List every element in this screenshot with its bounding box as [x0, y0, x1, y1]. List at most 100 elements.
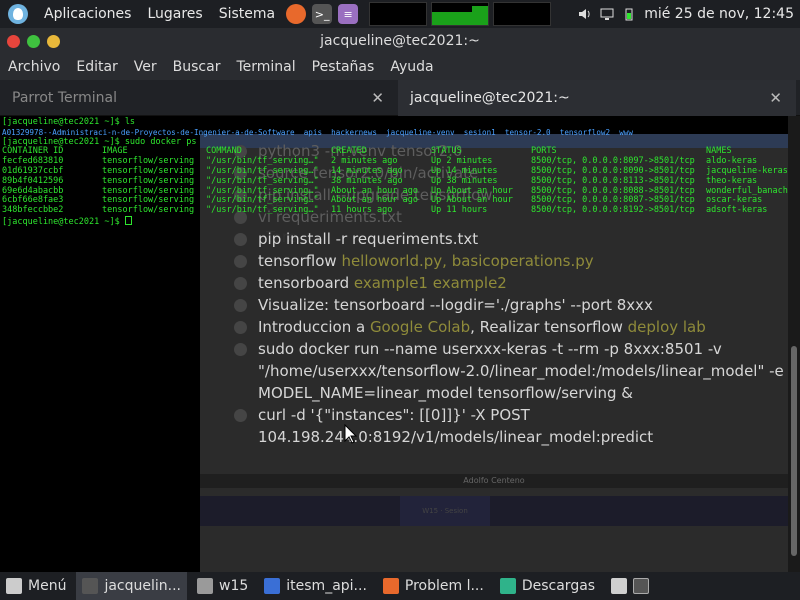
battery-icon[interactable]	[622, 7, 636, 21]
slide-list-item: Introduccion a Google Colab, Realizar te…	[234, 316, 788, 338]
folder-icon	[197, 578, 213, 594]
bullet-number-icon	[234, 321, 247, 334]
docker-cell: 348bfeccbbe2	[2, 205, 64, 216]
taskbar-item-label: Menú	[28, 578, 67, 594]
slide-text: curl -d '{"instances": [[0]]}' -X POST 1…	[258, 406, 654, 446]
menubar: Archivo Editar Ver Buscar Terminal Pesta…	[0, 54, 800, 80]
terminal-launcher-icon[interactable]: >_	[312, 4, 333, 24]
slide-list-item: pip install -r requeriments.txt	[234, 228, 788, 250]
taskbar-item-label: Descargas	[521, 578, 596, 594]
bullet-number-icon	[234, 343, 247, 356]
firefox-launcher-icon[interactable]	[286, 4, 307, 24]
close-window-button[interactable]	[7, 34, 20, 48]
terminal-prompt-line[interactable]: [jacqueline@tec2021 ~]$	[2, 216, 132, 228]
display-icon[interactable]	[600, 7, 614, 21]
bullet-number-icon	[234, 255, 247, 268]
mouse-cursor-icon	[344, 424, 358, 444]
taskbar-item-label: jacquelin...	[104, 578, 181, 594]
grid-icon	[6, 578, 22, 594]
terminal-tray-icon[interactable]	[633, 578, 650, 594]
slide-list-item: tensorflow helloworld.py, basicoperation…	[234, 250, 788, 272]
clock[interactable]: mié 25 de nov, 12:45	[644, 6, 794, 22]
docker-cell: 11 hours ago	[331, 205, 393, 216]
menu-ver[interactable]: Ver	[134, 59, 157, 75]
menu-buscar[interactable]: Buscar	[173, 59, 221, 75]
slide-text: sudo docker run --name userxxx-keras -t …	[258, 340, 784, 402]
bullet-number-icon	[234, 277, 247, 290]
docker-cell: Up 11 hours	[431, 205, 488, 216]
taskbar-item-label: w15	[219, 578, 249, 594]
menu-aplicaciones[interactable]: Aplicaciones	[36, 0, 139, 28]
taskbar-item-5[interactable]: Descargas	[494, 572, 601, 600]
slide-list-item: Visualize: tensorboard --logdir='./graph…	[234, 294, 788, 316]
terminal-cursor	[124, 216, 132, 225]
minimize-window-button[interactable]	[27, 34, 40, 48]
docker-cell: tensorflow/serving	[102, 205, 195, 216]
window-titlebar[interactable]: jacqueline@tec2021:~	[0, 28, 800, 54]
menu-archivo[interactable]: Archivo	[8, 59, 60, 75]
memory-monitor-graph	[431, 2, 490, 26]
slide-link: deploy lab	[627, 318, 706, 336]
slide-text: tensorboard	[258, 274, 354, 292]
firefox-icon	[382, 578, 399, 594]
window-title: jacqueline@tec2021:~	[320, 33, 480, 49]
network-monitor-graph	[493, 2, 552, 26]
bottom-taskbar: Menú jacquelin... w15 itesm_api... Problem l…	[0, 572, 800, 600]
slide-text: , Realizar tensorflow	[470, 318, 628, 336]
docker-cell: "/usr/bin/tf_serving…"	[206, 205, 319, 216]
terminal-icon	[82, 578, 99, 594]
slide-list-item: sudo docker run --name userxxx-keras -t …	[234, 338, 788, 404]
slide-text: Introduccion a	[258, 318, 370, 336]
slide-footer-bar: W15 · Sesion	[200, 496, 788, 526]
close-tab-icon[interactable]: ✕	[769, 89, 782, 107]
taskbar-item-label: itesm_api...	[286, 578, 367, 594]
slide-list-item: curl -d '{"instances": [[0]]}' -X POST 1…	[234, 404, 788, 448]
tab-bar: Parrot Terminal ✕ jacqueline@tec2021:~ ✕	[0, 80, 800, 116]
cpu-monitor-graph	[369, 2, 428, 26]
terminal-area[interactable]: Sesi Tare python3 -m venv tensor2.0 sourc…	[0, 116, 788, 572]
tab-jacqueline[interactable]: jacqueline@tec2021:~ ✕	[398, 80, 796, 116]
menu-terminal[interactable]: Terminal	[236, 59, 295, 75]
bullet-number-icon	[234, 233, 247, 246]
terminal-scrollbar[interactable]	[788, 116, 800, 572]
menu-editar[interactable]: Editar	[76, 59, 117, 75]
taskbar-item-1[interactable]: jacquelin...	[76, 572, 187, 600]
menu-sistema[interactable]: Sistema	[211, 0, 283, 28]
docker-cell: 8500/tcp, 0.0.0.0:8192->8501/tcp	[531, 205, 695, 216]
slide-text: pip install -r requeriments.txt	[258, 230, 479, 248]
slide-link: Google Colab	[369, 318, 471, 336]
slide-list-item: tensorboard example1 example2	[234, 272, 788, 294]
menu-pestanas[interactable]: Pestañas	[312, 59, 375, 75]
tab-label: Parrot Terminal	[12, 90, 118, 106]
terminal-prompt-text: [jacqueline@tec2021 ~]$	[2, 217, 120, 227]
bullet-number-icon	[234, 409, 247, 422]
close-tab-icon[interactable]: ✕	[371, 89, 384, 107]
taskbar-item-label: Problem l...	[404, 578, 484, 594]
slide-link: helloworld.py, basicoperations.py	[341, 252, 594, 270]
slide-footer-block: W15 · Sesion	[400, 496, 490, 526]
slide-text: tensorflow	[258, 252, 342, 270]
taskbar-item-3[interactable]: itesm_api...	[258, 572, 373, 600]
menu-ayuda[interactable]: Ayuda	[390, 59, 433, 75]
top-panel: Aplicaciones Lugares Sistema >_ ≡ mié 25…	[0, 0, 800, 28]
bullet-number-icon	[234, 299, 247, 312]
menu-lugares[interactable]: Lugares	[139, 0, 210, 28]
parrot-logo-icon[interactable]	[8, 4, 28, 24]
slide-footer: Adolfo Centeno	[200, 474, 788, 488]
slide-text: Visualize: tensorboard --logdir='./graph…	[258, 296, 653, 314]
text-editor-launcher-icon[interactable]: ≡	[338, 4, 359, 24]
tab-label: jacqueline@tec2021:~	[410, 90, 570, 106]
download-folder-icon	[499, 578, 516, 594]
docker-cell: adsoft-keras	[706, 205, 768, 216]
volume-icon[interactable]	[578, 7, 592, 21]
system-monitors	[369, 2, 552, 26]
scrollbar-thumb[interactable]	[791, 346, 797, 556]
taskbar-item-2[interactable]: w15	[191, 572, 254, 600]
window-icon	[264, 578, 281, 594]
slide-link: example1 example2	[353, 274, 507, 292]
screenshot-tray-icon[interactable]	[611, 578, 628, 594]
taskbar-item-0[interactable]: Menú	[0, 572, 72, 600]
maximize-window-button[interactable]	[47, 34, 60, 48]
tab-parrot-terminal[interactable]: Parrot Terminal ✕	[0, 80, 398, 116]
taskbar-item-4[interactable]: Problem l...	[377, 572, 490, 600]
